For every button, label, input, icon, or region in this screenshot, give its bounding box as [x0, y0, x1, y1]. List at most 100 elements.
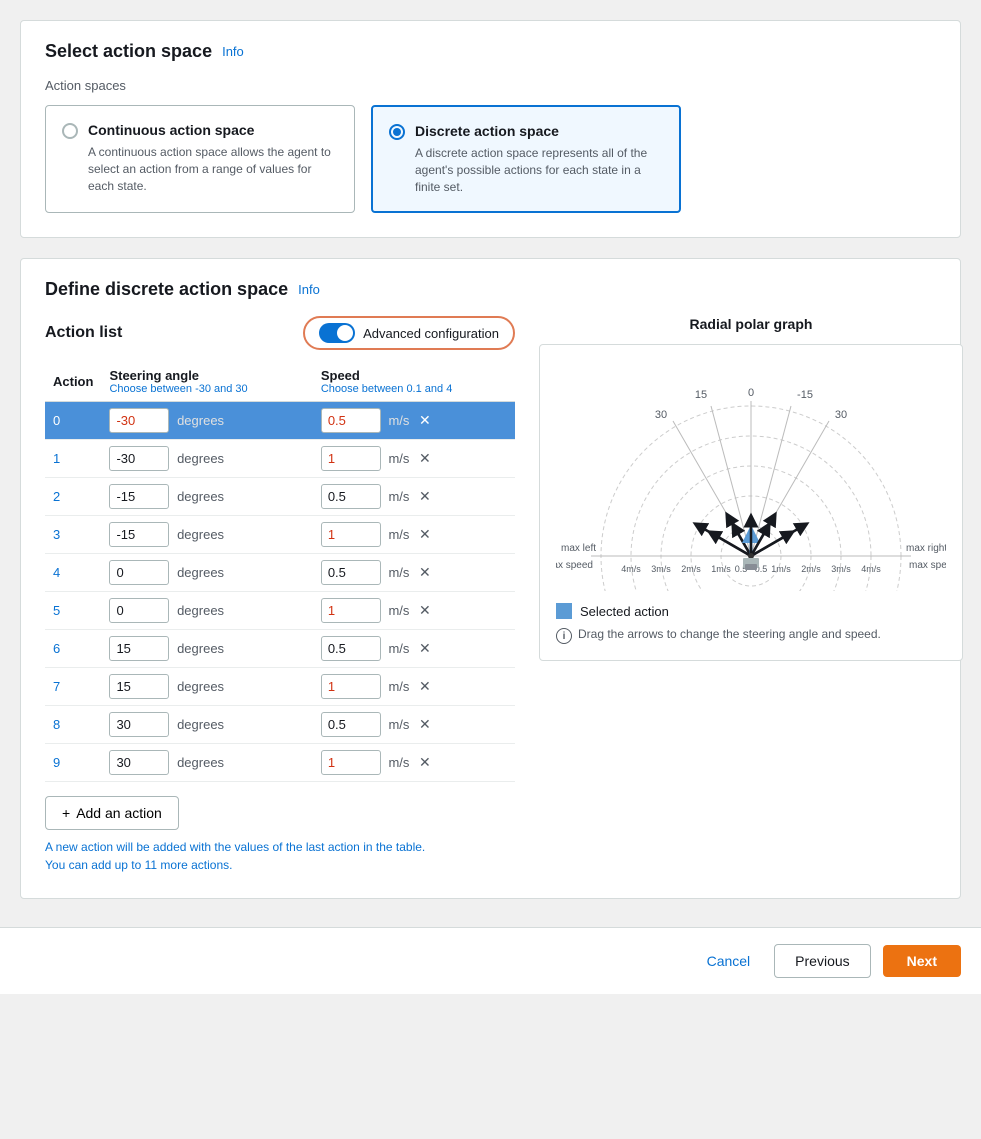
delete-row-button[interactable]: ✕ [413, 676, 437, 697]
row-speed: m/s ✕ [313, 402, 515, 440]
cancel-button[interactable]: Cancel [695, 945, 763, 977]
steering-input[interactable] [109, 446, 169, 471]
define-info-link[interactable]: Info [298, 282, 320, 297]
delete-row-button[interactable]: ✕ [413, 448, 437, 469]
steering-unit: degrees [177, 641, 224, 656]
speed-unit: m/s [388, 413, 409, 428]
delete-row-button[interactable]: ✕ [413, 600, 437, 621]
row-steering: degrees [101, 478, 312, 516]
svg-text:-15: -15 [797, 389, 813, 401]
previous-button[interactable]: Previous [774, 944, 870, 978]
discrete-option[interactable]: Discrete action space A discrete action … [371, 105, 681, 213]
steering-unit: degrees [177, 717, 224, 732]
row-speed: m/s ✕ [313, 478, 515, 516]
graph-drag-note: i Drag the arrows to change the steering… [556, 627, 946, 644]
row-id: 5 [45, 592, 101, 630]
delete-row-button[interactable]: ✕ [413, 562, 437, 583]
delete-row-button[interactable]: ✕ [413, 410, 437, 431]
speed-input[interactable] [321, 408, 381, 433]
speed-input[interactable] [321, 522, 381, 547]
svg-text:0: 0 [748, 387, 754, 399]
speed-unit: m/s [388, 451, 409, 466]
action-space-options: Continuous action space A continuous act… [45, 105, 936, 213]
row-id: 1 [45, 440, 101, 478]
steering-input[interactable] [109, 750, 169, 775]
select-action-info-link[interactable]: Info [222, 44, 244, 59]
steering-unit: degrees [177, 489, 224, 504]
graph-legend: Selected action [556, 603, 946, 619]
speed-unit: m/s [388, 565, 409, 580]
col-steering: Steering angle Choose between -30 and 30 [101, 362, 312, 402]
speed-unit: m/s [388, 717, 409, 732]
table-row[interactable]: 3 degrees m/s ✕ [45, 516, 515, 554]
table-row[interactable]: 4 degrees m/s ✕ [45, 554, 515, 592]
row-steering: degrees [101, 706, 312, 744]
speed-unit: m/s [388, 641, 409, 656]
speed-input[interactable] [321, 446, 381, 471]
speed-input[interactable] [321, 750, 381, 775]
col-action: Action [45, 362, 101, 402]
svg-text:15: 15 [695, 389, 707, 401]
legend-color-box [556, 603, 572, 619]
steering-input[interactable] [109, 598, 169, 623]
steering-unit: degrees [177, 451, 224, 466]
steering-unit: degrees [177, 527, 224, 542]
svg-text:max speed: max speed [556, 560, 593, 571]
table-row[interactable]: 1 degrees m/s ✕ [45, 440, 515, 478]
footer: Cancel Previous Next [0, 927, 981, 994]
select-action-space-card: Select action space Info Action spaces C… [20, 20, 961, 238]
table-row[interactable]: 5 degrees m/s ✕ [45, 592, 515, 630]
advanced-config-button[interactable]: Advanced configuration [303, 316, 515, 350]
delete-row-button[interactable]: ✕ [413, 638, 437, 659]
row-steering: degrees [101, 554, 312, 592]
steering-input[interactable] [109, 522, 169, 547]
speed-input[interactable] [321, 674, 381, 699]
delete-row-button[interactable]: ✕ [413, 524, 437, 545]
row-steering: degrees [101, 516, 312, 554]
row-speed: m/s ✕ [313, 516, 515, 554]
svg-text:30: 30 [835, 409, 847, 421]
row-id: 7 [45, 668, 101, 706]
steering-input[interactable] [109, 560, 169, 585]
svg-text:max left: max left [561, 543, 596, 554]
delete-row-button[interactable]: ✕ [413, 752, 437, 773]
advanced-config-toggle[interactable] [319, 323, 355, 343]
continuous-radio[interactable] [62, 123, 78, 139]
speed-input[interactable] [321, 484, 381, 509]
speed-input[interactable] [321, 636, 381, 661]
speed-unit: m/s [388, 755, 409, 770]
steering-input[interactable] [109, 712, 169, 737]
speed-unit: m/s [388, 489, 409, 504]
selected-action-label: Selected action [580, 604, 669, 619]
speed-input[interactable] [321, 598, 381, 623]
row-steering: degrees [101, 630, 312, 668]
continuous-desc: A continuous action space allows the age… [88, 144, 338, 194]
row-steering: degrees [101, 440, 312, 478]
steering-input[interactable] [109, 674, 169, 699]
table-row[interactable]: 6 degrees m/s ✕ [45, 630, 515, 668]
speed-input[interactable] [321, 712, 381, 737]
table-row[interactable]: 2 degrees m/s ✕ [45, 478, 515, 516]
add-action-button[interactable]: + Add an action [45, 796, 179, 830]
svg-text:1m/s: 1m/s [711, 564, 731, 574]
steering-input[interactable] [109, 408, 169, 433]
delete-row-button[interactable]: ✕ [413, 486, 437, 507]
next-button[interactable]: Next [883, 945, 961, 977]
discrete-radio[interactable] [389, 124, 405, 140]
define-body: Action list Advanced configuration Actio… [45, 316, 936, 874]
steering-input[interactable] [109, 484, 169, 509]
title-text: Select action space [45, 41, 212, 62]
table-row[interactable]: 0 degrees m/s ✕ [45, 402, 515, 440]
table-row[interactable]: 7 degrees m/s ✕ [45, 668, 515, 706]
steering-unit: degrees [177, 679, 224, 694]
continuous-option[interactable]: Continuous action space A continuous act… [45, 105, 355, 213]
steering-unit: degrees [177, 755, 224, 770]
steering-input[interactable] [109, 636, 169, 661]
action-list-panel: Action list Advanced configuration Actio… [45, 316, 515, 874]
speed-input[interactable] [321, 560, 381, 585]
table-row[interactable]: 9 degrees m/s ✕ [45, 744, 515, 782]
speed-unit: m/s [388, 527, 409, 542]
delete-row-button[interactable]: ✕ [413, 714, 437, 735]
col-speed: Speed Choose between 0.1 and 4 [313, 362, 515, 402]
table-row[interactable]: 8 degrees m/s ✕ [45, 706, 515, 744]
